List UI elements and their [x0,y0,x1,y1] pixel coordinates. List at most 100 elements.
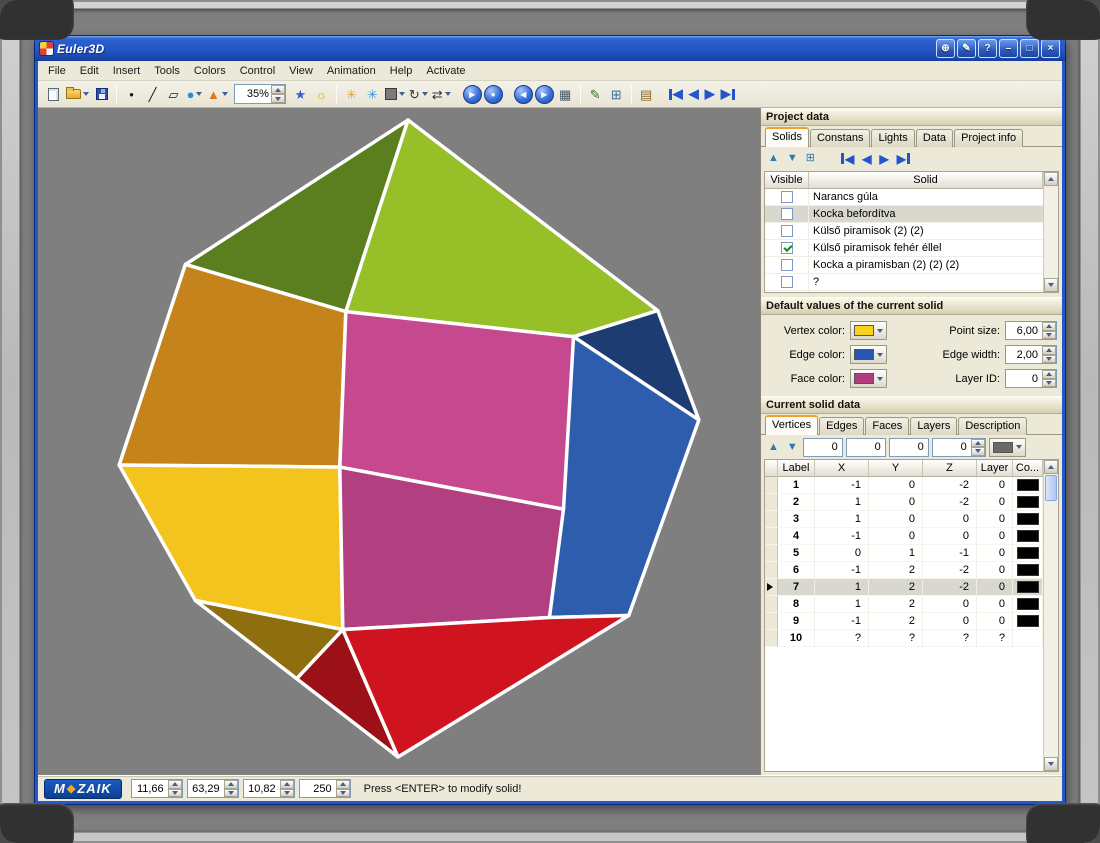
insert-table-button[interactable]: ⊞ [606,83,627,105]
status-spinner-1[interactable]: 11,66 [131,779,183,798]
solid-tool-button[interactable]: ▲ [205,83,230,105]
face-left-yellow[interactable] [119,465,343,629]
status-spinner-4[interactable]: 250 [299,779,351,798]
menu-item-colors[interactable]: Colors [187,63,233,79]
spin-up-icon[interactable] [1042,346,1056,355]
solid-row[interactable]: Narancs gúla [765,189,1043,206]
menu-item-edit[interactable]: Edit [73,63,106,79]
spin-down-icon[interactable] [971,447,985,456]
zoom-spinner[interactable] [271,85,285,103]
status-spinner-2[interactable]: 63,29 [187,779,239,798]
step-forward-button[interactable]: ▶ [535,85,554,104]
next-solid-button[interactable]: ▶ [702,86,718,102]
vertex-edit-field-1[interactable]: 0 [803,438,843,457]
status-spinner-3[interactable]: 10,82 [243,779,295,798]
spin-down-icon[interactable] [224,789,238,798]
tab-constans[interactable]: Constans [810,129,870,147]
solids-scrollbar[interactable] [1043,172,1058,292]
edit-mode-button[interactable]: ✎ [957,39,976,58]
face-color-dropdown[interactable] [850,369,887,388]
menu-item-tools[interactable]: Tools [147,63,187,79]
scroll-down-icon[interactable] [1044,757,1058,771]
tab-project-info[interactable]: Project info [954,129,1023,147]
column-header-x[interactable]: X [815,460,869,477]
vertex-edit-field-3[interactable]: 0 [889,438,929,457]
point-size-spinner[interactable]: 6,00 [1005,321,1057,340]
tab-faces[interactable]: Faces [865,417,909,435]
animate-mode-button[interactable]: ⇄ [430,83,453,105]
star-solid-button[interactable]: ★ [290,83,311,105]
sphere-tool-button[interactable]: ● [184,83,205,105]
vertex-edit-spinner[interactable]: 0 [932,438,986,457]
scroll-thumb[interactable] [1045,475,1057,501]
edge-color-dropdown[interactable] [850,345,887,364]
spinner-buttons[interactable] [224,780,238,797]
step-back-button[interactable]: ◀ [514,85,533,104]
color-swatch-button[interactable] [383,83,407,105]
menu-item-insert[interactable]: Insert [106,63,148,79]
menu-item-help[interactable]: Help [383,63,420,79]
vertex-row[interactable]: 501-10 [765,545,1043,562]
vertex-row[interactable]: 6-12-20 [765,562,1043,579]
polygon-tool-button[interactable]: ▱ [163,83,184,105]
spin-up-icon[interactable] [971,439,985,448]
first-solid-button[interactable]: ◀ [666,86,686,102]
column-header-solid[interactable]: Solid [809,172,1043,189]
vertex-row[interactable]: 1-10-20 [765,477,1043,494]
vertex-row[interactable]: 9-1200 [765,613,1043,630]
visible-checkbox[interactable] [781,276,793,288]
column-header-label[interactable]: Label [778,460,815,477]
spin-up-icon[interactable] [271,85,285,94]
visible-checkbox[interactable] [781,242,793,254]
solid-row[interactable]: Kocka a piramisban (2) (2) (2) [765,257,1043,274]
menu-item-file[interactable]: File [41,63,73,79]
menu-item-control[interactable]: Control [233,63,282,79]
next-solid-row-button[interactable]: ▶ [877,152,890,166]
tab-description[interactable]: Description [958,417,1027,435]
projection-button[interactable]: ▦ [555,83,576,105]
last-solid-row-button[interactable]: ▶ [895,152,912,166]
spin-down-icon[interactable] [271,94,285,103]
spin-down-icon[interactable] [168,789,182,798]
prev-solid-button[interactable]: ◀ [686,86,702,102]
vertex-row[interactable]: 31000 [765,511,1043,528]
point-tool-button[interactable]: • [121,83,142,105]
spin-down-icon[interactable] [1042,331,1056,340]
visible-checkbox[interactable] [781,259,793,271]
vertex-edit-field-2[interactable]: 0 [846,438,886,457]
duplicate-solid-button[interactable]: ▤ [636,83,657,105]
spin-down-icon[interactable] [1042,355,1056,364]
open-file-button[interactable] [64,83,91,105]
spin-up-icon[interactable] [336,780,350,789]
tab-edges[interactable]: Edges [819,417,864,435]
tab-vertices[interactable]: Vertices [765,415,818,435]
first-solid-row-button[interactable]: ◀ [839,152,856,166]
vertex-row[interactable]: 10???? [765,630,1043,647]
layer-id-spinner[interactable]: 0 [1005,369,1057,388]
prev-solid-row-button[interactable]: ◀ [860,152,873,166]
move-solid-up-button[interactable]: ▲ [766,152,781,165]
vertex-edit-color-dropdown[interactable] [989,438,1026,457]
scroll-track[interactable] [1044,502,1058,757]
column-header-color[interactable]: Co... [1013,460,1043,477]
solid-row[interactable]: Külső piramisok (2) (2) [765,223,1043,240]
copy-solid-button[interactable]: ⊞ [804,152,817,165]
edit-solid-button[interactable]: ✎ [585,83,606,105]
column-header-visible[interactable]: Visible [765,172,809,189]
save-file-button[interactable] [91,83,112,105]
spin-up-icon[interactable] [168,780,182,789]
rotate-mode-button[interactable]: ↻ [407,83,430,105]
spin-up-icon[interactable] [1042,370,1056,379]
scroll-down-icon[interactable] [1044,278,1058,292]
spin-down-icon[interactable] [280,789,294,798]
spinner-buttons[interactable] [280,780,294,797]
spin-down-icon[interactable] [1042,379,1056,388]
tab-data[interactable]: Data [916,129,953,147]
move-vertex-up-button[interactable]: ▲ [766,441,781,454]
column-header-layer[interactable]: Layer [977,460,1013,477]
help-button[interactable]: ? [978,39,997,58]
new-file-button[interactable] [43,83,64,105]
vertices-scrollbar[interactable] [1043,460,1058,771]
spinner-buttons[interactable] [168,780,182,797]
titlebar[interactable]: Euler3D ⊕✎?–□× [35,36,1065,61]
